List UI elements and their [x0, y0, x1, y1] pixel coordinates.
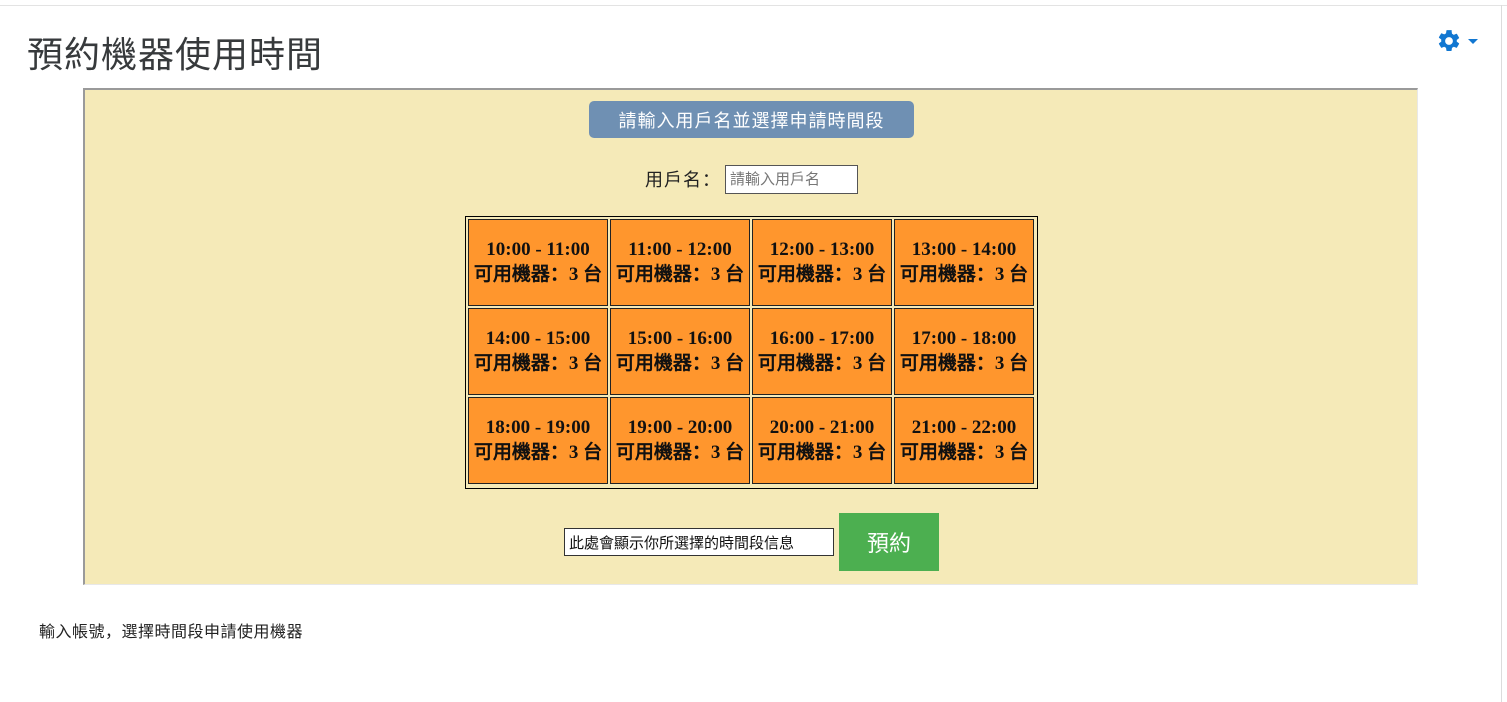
slot-availability: 可用機器：3 台: [473, 352, 603, 374]
slot-time: 21:00 - 22:00: [911, 416, 1017, 438]
page-title: 預約機器使用時間: [27, 35, 324, 76]
slot-time: 14:00 - 15:00: [485, 327, 591, 349]
slot-availability: 可用機器：3 台: [899, 263, 1029, 285]
slot-time: 10:00 - 11:00: [486, 238, 590, 260]
slot-time: 16:00 - 17:00: [769, 327, 875, 349]
reserve-button[interactable]: 預約: [839, 513, 939, 571]
time-slot[interactable]: 18:00 - 19:00 可用機器：3 台: [468, 397, 608, 484]
action-row: 預約: [564, 513, 939, 571]
slot-time: 20:00 - 21:00: [769, 416, 875, 438]
user-label: 用戶名：: [645, 170, 721, 191]
username-input[interactable]: [725, 164, 858, 194]
time-slot[interactable]: 11:00 - 12:00 可用機器：3 台: [610, 219, 750, 306]
slot-availability: 可用機器：3 台: [615, 263, 745, 285]
time-slot[interactable]: 13:00 - 14:00 可用機器：3 台: [894, 219, 1034, 306]
right-divider: [1501, 5, 1502, 702]
time-slot[interactable]: 20:00 - 21:00 可用機器：3 台: [752, 397, 892, 484]
settings-menu-button[interactable]: [1436, 26, 1488, 56]
time-slot[interactable]: 10:00 - 11:00 可用機器：3 台: [468, 219, 608, 306]
user-row: 用戶名：: [645, 164, 858, 194]
slot-time: 11:00 - 12:00: [628, 238, 732, 260]
time-slot-grid: 10:00 - 11:00 可用機器：3 台 11:00 - 12:00 可用機…: [465, 216, 1038, 489]
time-slot[interactable]: 21:00 - 22:00 可用機器：3 台: [894, 397, 1034, 484]
slot-availability: 可用機器：3 台: [615, 352, 745, 374]
slot-time: 12:00 - 13:00: [769, 238, 875, 260]
time-slot[interactable]: 14:00 - 15:00 可用機器：3 台: [468, 308, 608, 395]
time-slot[interactable]: 17:00 - 18:00 可用機器：3 台: [894, 308, 1034, 395]
slot-availability: 可用機器：3 台: [899, 441, 1029, 463]
selection-display-field[interactable]: [564, 528, 834, 556]
chevron-down-icon: [1468, 38, 1478, 44]
slot-availability: 可用機器：3 台: [473, 263, 603, 285]
slot-availability: 可用機器：3 台: [615, 441, 745, 463]
slot-availability: 可用機器：3 台: [899, 352, 1029, 374]
slot-availability: 可用機器：3 台: [757, 441, 887, 463]
time-slot[interactable]: 12:00 - 13:00 可用機器：3 台: [752, 219, 892, 306]
time-slot[interactable]: 15:00 - 16:00 可用機器：3 台: [610, 308, 750, 395]
slot-time: 18:00 - 19:00: [485, 416, 591, 438]
slot-time: 15:00 - 16:00: [627, 327, 733, 349]
time-slot[interactable]: 16:00 - 17:00 可用機器：3 台: [752, 308, 892, 395]
footer-description: 輸入帳號，選擇時間段申請使用機器: [39, 622, 304, 641]
booking-panel: 請輸入用戶名並選擇申請時間段 用戶名： 10:00 - 11:00 可用機器：3…: [83, 88, 1418, 585]
top-divider: [0, 5, 1507, 6]
page: 預約機器使用時間 請輸入用戶名並選擇申請時間段 用戶名： 10:00 - 11:…: [0, 0, 1507, 702]
slot-time: 19:00 - 20:00: [627, 416, 733, 438]
instruction-banner: 請輸入用戶名並選擇申請時間段: [589, 101, 914, 138]
gear-icon: [1438, 30, 1460, 51]
slot-availability: 可用機器：3 台: [757, 263, 887, 285]
slot-time: 17:00 - 18:00: [911, 327, 1017, 349]
time-slot[interactable]: 19:00 - 20:00 可用機器：3 台: [610, 397, 750, 484]
slot-time: 13:00 - 14:00: [911, 238, 1017, 260]
slot-availability: 可用機器：3 台: [757, 352, 887, 374]
slot-availability: 可用機器：3 台: [473, 441, 603, 463]
